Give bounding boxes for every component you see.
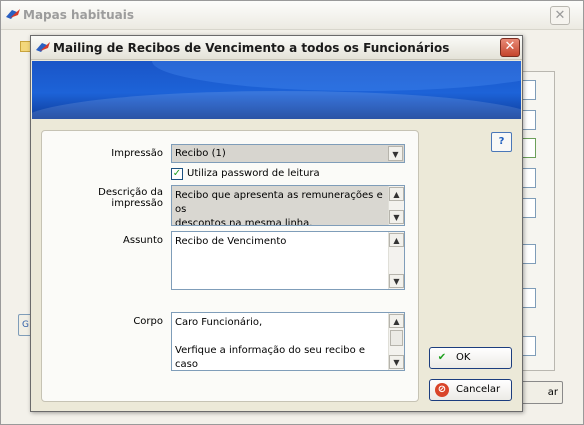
cancel-button[interactable]: ⊘ Cancelar [429,379,512,401]
help-icon: ? [498,136,505,147]
corpo-text: Caro Funcionário, Verfique a informação … [175,317,366,370]
banner-decoration [152,61,521,91]
parent-side-button[interactable] [522,110,536,130]
parent-window-title: Mapas habituais [23,8,135,22]
scroll-down-icon[interactable]: ▼ [389,210,404,224]
impressao-value: Recibo (1) [175,148,226,159]
parent-title-bar: Mapas habituais ✕ [1,1,583,30]
descricao-scrollbar[interactable]: ▲ ▼ [388,186,404,225]
close-button[interactable]: ✕ [500,38,520,57]
help-button[interactable]: ? [491,132,512,152]
cancel-button-label: Cancelar [456,384,501,395]
app-logo-icon [5,8,21,22]
ok-button[interactable]: ✔ OK [429,347,512,369]
parent-side-button[interactable] [522,80,536,100]
parent-side-button[interactable] [522,244,536,264]
parent-cancel-label: ar [547,387,558,398]
scroll-up-icon[interactable]: ▲ [389,314,404,328]
password-checkbox[interactable]: ✓ [171,168,183,180]
ok-button-label: OK [456,352,471,363]
dialog-title: Mailing de Recibos de Vencimento a todos… [53,41,450,55]
corpo-label: Corpo [133,316,163,327]
parent-side-panel [521,71,555,371]
chevron-down-icon[interactable]: ▼ [388,146,403,161]
password-checkbox-label: Utiliza password de leitura [187,168,320,179]
scroll-down-icon[interactable]: ▼ [389,274,404,288]
parent-side-button[interactable] [522,168,536,188]
impressao-label: Impressão [111,148,163,159]
corpo-scrollbar[interactable]: ▲ ▼ [388,313,404,370]
scroll-down-icon[interactable]: ▼ [389,355,404,369]
assunto-textarea[interactable]: Recibo de Vencimento ▲ ▼ [171,231,405,290]
mailing-dialog: Mailing de Recibos de Vencimento a todos… [30,35,523,412]
corpo-textarea[interactable]: Caro Funcionário, Verfique a informação … [171,312,405,371]
impressao-select[interactable]: Recibo (1) ▼ [171,144,405,163]
banner-decoration [32,91,521,119]
parent-side-button[interactable] [522,138,536,158]
dialog-title-bar[interactable]: Mailing de Recibos de Vencimento a todos… [31,36,522,60]
scroll-up-icon[interactable]: ▲ [389,233,404,247]
descricao-label: Descrição da impressão [98,187,163,209]
header-banner [32,61,521,119]
descricao-textarea[interactable]: Recibo que apresenta as remunerações e o… [171,185,405,226]
parent-side-button[interactable] [522,336,536,356]
assunto-scrollbar[interactable]: ▲ ▼ [388,232,404,289]
assunto-label: Assunto [123,235,163,246]
parent-side-button[interactable] [522,198,536,218]
descricao-text: Recibo que apresenta as remunerações e o… [175,190,383,226]
parent-side-button[interactable] [522,288,536,308]
scroll-thumb[interactable] [390,330,403,346]
checkmark-icon: ✔ [437,352,447,363]
parent-close-button[interactable]: ✕ [550,6,570,25]
cancel-icon: ⊘ [435,383,449,397]
app-logo-icon [35,41,51,55]
scroll-up-icon[interactable]: ▲ [389,187,404,201]
assunto-text: Recibo de Vencimento [175,236,287,247]
